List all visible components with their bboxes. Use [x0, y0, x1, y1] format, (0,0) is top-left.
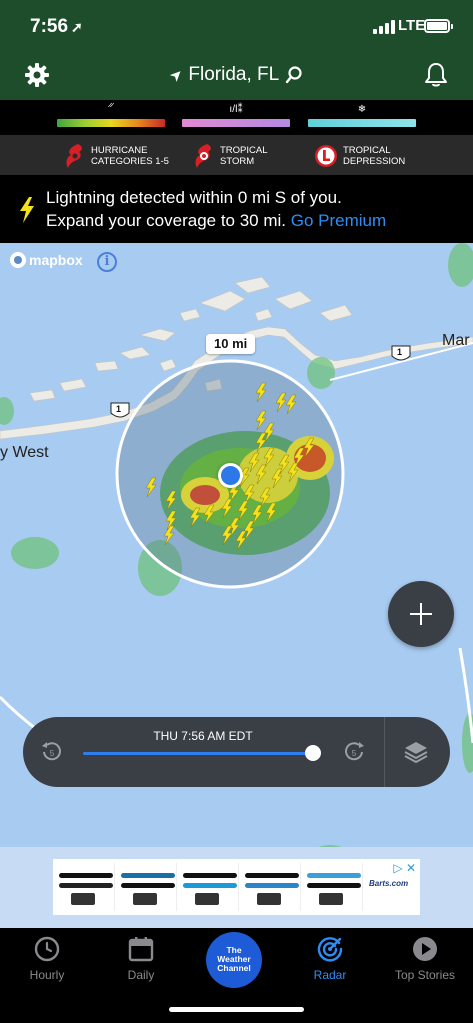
ad-product-2 — [119, 863, 177, 911]
mapbox-text: mapbox — [29, 252, 83, 268]
top-nav: ➤Florida, FL — [0, 50, 473, 100]
zoom-in-button[interactable] — [388, 581, 454, 647]
location-selector[interactable]: ➤Florida, FL — [0, 64, 473, 86]
ad-close-icon[interactable]: ▷ ✕ — [393, 861, 416, 875]
user-location-dot — [218, 463, 243, 488]
info-icon[interactable]: i — [97, 252, 117, 272]
layers-icon[interactable] — [403, 739, 429, 765]
clock-icon — [34, 936, 60, 962]
map-label-marathon: Mar — [442, 332, 470, 349]
tab-radar-label: Radar — [313, 968, 347, 982]
status-time: 7:56 ➚ — [30, 16, 83, 37]
signal-icon — [373, 20, 395, 34]
hurricane-label-1: HURRICANE — [91, 145, 148, 156]
tab-top-stories[interactable]: Top Stories — [380, 936, 470, 982]
tropical-storm-label-2: STORM — [220, 156, 255, 167]
battery-icon — [424, 19, 453, 33]
precipitation-legend: 𝄓 ı/ǀ⁑ ❄ — [0, 100, 473, 135]
tab-daily[interactable]: Daily — [96, 936, 186, 982]
alert-message: Lightning detected within 0 mi S of you. — [46, 188, 342, 207]
alert-cta: Expand your coverage to 30 mi. Go Premiu… — [46, 211, 386, 231]
map-label-key-west: y West — [0, 444, 49, 461]
tab-radar[interactable]: Radar — [285, 936, 375, 982]
radar-icon — [317, 937, 343, 962]
timeline-divider — [384, 717, 385, 787]
timeline-thumb[interactable] — [305, 745, 322, 761]
snow-icon: ❄ — [357, 104, 367, 115]
ad-product-3 — [181, 863, 239, 911]
play-icon — [413, 937, 437, 961]
ad-content[interactable]: Barts.com ▷ ✕ — [53, 859, 420, 915]
ad-brand: Barts.com — [369, 879, 409, 888]
rain-scale-bar — [57, 119, 165, 127]
snow-legend: ❄ — [308, 104, 416, 127]
status-bar: 7:56 ➚ LTE — [0, 0, 473, 50]
rain-icon: 𝄓 — [107, 104, 115, 115]
alert-cta-text: Expand your coverage to 30 mi. — [46, 211, 287, 230]
bell-icon[interactable] — [424, 62, 448, 88]
tropical-depression-key: TROPICAL DEPRESSION — [314, 143, 424, 169]
ad-product-4 — [243, 863, 301, 911]
svg-text:5: 5 — [352, 749, 357, 758]
hurricane-label-2: CATEGORIES 1-5 — [91, 156, 169, 167]
lightning-alert[interactable]: Lightning detected within 0 mi S of you.… — [0, 175, 473, 243]
navigation-arrow-icon: ➤ — [165, 64, 187, 86]
storm-legend: HURRICANE CATEGORIES 1-5 TROPICAL STORM … — [0, 135, 473, 175]
tropical-storm-label-1: TROPICAL — [220, 145, 268, 156]
radar-timeline[interactable]: 5 THU 7:56 AM EDT 5 — [23, 717, 450, 787]
twc-logo[interactable]: The Weather Channel — [206, 932, 262, 988]
lightning-bolt-icon — [20, 197, 34, 223]
mapbox-icon — [10, 252, 26, 268]
tropical-storm-icon — [195, 144, 211, 168]
timeline-time: THU 7:56 AM EDT — [153, 729, 253, 743]
ad-product-1 — [57, 863, 115, 911]
tab-daily-label: Daily — [127, 968, 155, 982]
location-name: Florida, FL — [188, 64, 280, 85]
radius-label: 10 mi — [206, 334, 256, 354]
hurricane-icon — [66, 144, 82, 168]
ad-banner[interactable]: Barts.com ▷ ✕ — [0, 847, 473, 929]
mapbox-logo: mapbox — [10, 252, 83, 268]
search-icon — [285, 66, 302, 84]
radar-map[interactable]: mapbox i y West Mar 1 1 10 mi 5 THU 7:56… — [0, 243, 473, 928]
tropical-storm-key: TROPICAL STORM — [193, 143, 293, 169]
rain-legend: 𝄓 — [57, 104, 165, 127]
network-type: LTE — [398, 17, 426, 34]
ad-product-5 — [305, 863, 363, 911]
home-indicator[interactable] — [169, 1007, 304, 1012]
tropical-depression-label-2: DEPRESSION — [343, 156, 406, 167]
snow-scale-bar — [308, 119, 416, 127]
tab-hourly-label: Hourly — [29, 968, 65, 982]
route-1-left-label: 1 — [116, 404, 122, 414]
tropical-depression-icon — [315, 145, 337, 167]
tab-top-stories-label: Top Stories — [394, 968, 456, 982]
rewind-icon[interactable]: 5 — [41, 741, 63, 763]
timeline-track[interactable] — [83, 752, 314, 755]
route-1-right-label: 1 — [397, 347, 403, 357]
mix-scale-bar — [182, 119, 290, 127]
hurricane-key: HURRICANE CATEGORIES 1-5 — [64, 143, 194, 169]
mix-icon: ı/ǀ⁑ — [229, 104, 243, 115]
svg-text:5: 5 — [50, 749, 55, 758]
mix-legend: ı/ǀ⁑ — [182, 104, 290, 127]
tropical-depression-label-1: TROPICAL — [343, 145, 391, 156]
go-premium-link[interactable]: Go Premium — [291, 211, 386, 230]
fast-forward-icon[interactable]: 5 — [343, 741, 365, 763]
calendar-icon — [128, 937, 154, 962]
location-arrow-icon: ➚ — [71, 19, 83, 35]
tab-hourly[interactable]: Hourly — [2, 936, 92, 982]
